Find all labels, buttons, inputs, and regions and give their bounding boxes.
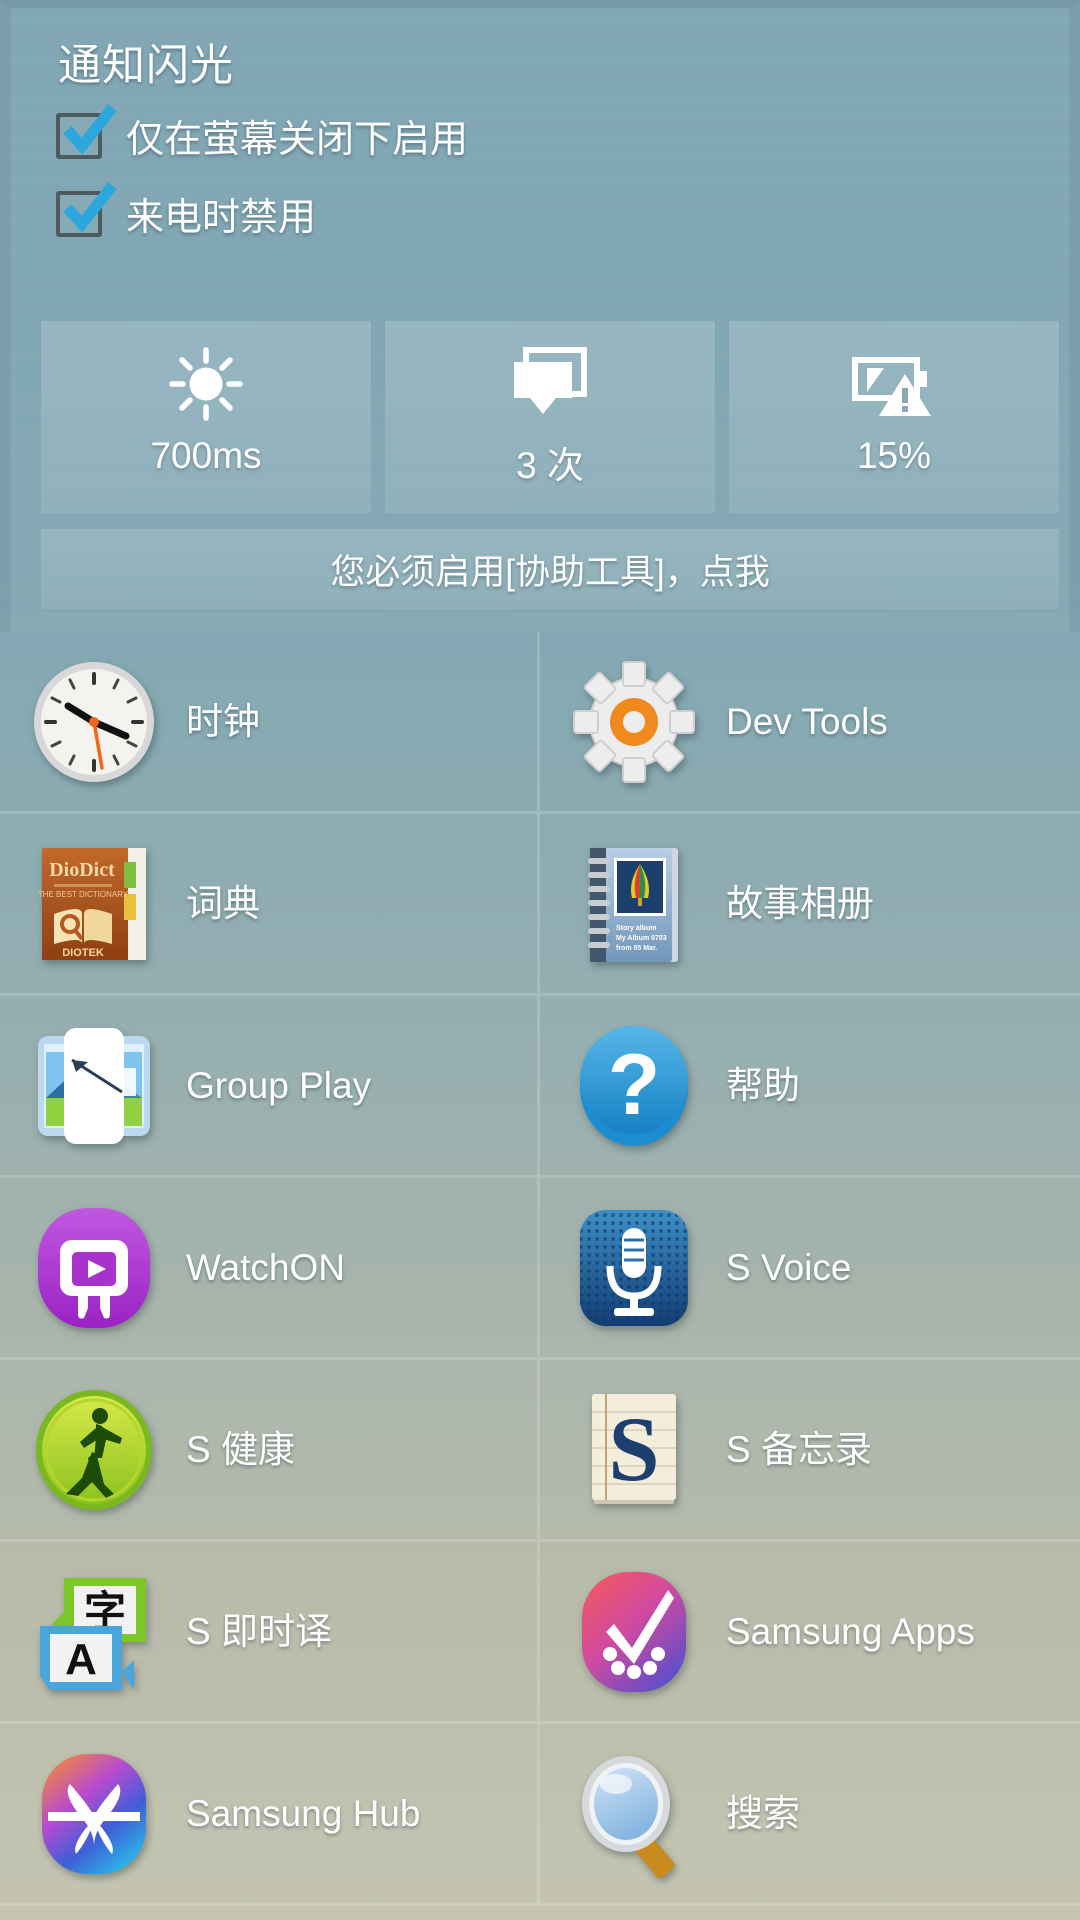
checkbox-screen-off[interactable] <box>56 103 117 159</box>
s-translator-icon: 字 A <box>22 1560 166 1704</box>
stat-value-flash-count: 3 次 <box>516 445 584 486</box>
app-row-s-translator[interactable]: 字 A S 即时译 <box>0 1542 540 1724</box>
page-title: 通知闪光 <box>58 42 234 90</box>
app-label: Samsung Apps <box>726 1610 975 1652</box>
svg-text:THE BEST DICTIONARY: THE BEST DICTIONARY <box>38 890 129 899</box>
app-row-help[interactable]: ? 帮助 <box>540 996 1080 1178</box>
stat-card-row: 700ms 3 次 15% <box>41 321 1059 513</box>
svg-text:My Album 0703: My Album 0703 <box>616 935 667 942</box>
app-label: Dev Tools <box>726 700 888 742</box>
app-label: 时钟 <box>186 700 260 742</box>
story-album-icon: Story album My Album 0703 from 05 Mar. <box>562 832 706 976</box>
brightness-sun-icon <box>168 343 244 425</box>
app-row-samsung-apps[interactable]: Samsung Apps <box>540 1542 1080 1724</box>
samsung-apps-icon <box>562 1560 706 1704</box>
watchon-icon <box>22 1196 166 1340</box>
gear-icon <box>562 650 706 794</box>
app-label: 帮助 <box>726 1064 800 1106</box>
battery-low-warning-icon <box>851 343 937 425</box>
search-magnifier-icon <box>562 1742 706 1886</box>
option-row-disable-on-call[interactable]: 来电时禁用 <box>56 181 317 241</box>
app-row-watchon[interactable]: WatchON <box>0 1178 540 1360</box>
app-label: S 备忘录 <box>726 1428 872 1470</box>
app-row-clock[interactable]: 时钟 <box>0 632 540 814</box>
option-label-screen-off: 仅在萤幕关闭下启用 <box>126 119 469 161</box>
app-row-s-health[interactable]: S 健康 <box>0 1360 540 1542</box>
group-play-icon <box>22 1014 166 1158</box>
diodict-dictionary-icon: DioDict THE BEST DICTIONARY DIOTEK <box>22 832 166 976</box>
stat-card-flash-duration[interactable]: 700ms <box>41 321 371 513</box>
app-row-dictionary[interactable]: DioDict THE BEST DICTIONARY DIOTEK 词典 <box>0 814 540 996</box>
app-label: S 健康 <box>186 1428 295 1470</box>
app-label: S 即时译 <box>186 1610 332 1652</box>
svg-text:A: A <box>65 1635 97 1684</box>
app-row-samsung-hub[interactable]: Samsung Hub <box>0 1724 540 1906</box>
checkbox-disable-on-call[interactable] <box>56 181 117 237</box>
checkbox-checked-icon <box>61 181 117 238</box>
app-row-s-voice[interactable]: S Voice <box>540 1178 1080 1360</box>
samsung-hub-icon <box>22 1742 166 1886</box>
microphone-icon <box>562 1196 706 1340</box>
clock-icon <box>22 650 166 794</box>
app-row-dev-tools[interactable]: Dev Tools <box>540 632 1080 814</box>
svg-text:?: ? <box>608 1037 661 1133</box>
app-label: WatchON <box>186 1246 345 1288</box>
app-label: S Voice <box>726 1246 852 1288</box>
stat-value-battery-threshold: 15% <box>856 435 932 476</box>
accessibility-hint-text: 您必须启用[协助工具]，点我 <box>330 552 770 592</box>
app-label: Samsung Hub <box>186 1792 421 1834</box>
help-question-icon: ? <box>562 1014 706 1158</box>
checkbox-checked-icon <box>61 103 117 160</box>
svg-text:S: S <box>608 1398 659 1500</box>
app-row-search[interactable]: 搜索 <box>540 1724 1080 1906</box>
option-label-disable-on-call: 来电时禁用 <box>126 197 317 239</box>
svg-text:DioDict: DioDict <box>49 859 115 881</box>
app-label: 词典 <box>186 882 260 924</box>
app-label: Group Play <box>186 1064 372 1106</box>
stat-card-flash-count[interactable]: 3 次 <box>385 321 715 513</box>
stat-value-flash-duration: 700ms <box>150 435 262 476</box>
app-row-s-memo[interactable]: S S 备忘录 <box>540 1360 1080 1542</box>
svg-text:from 05 Mar.: from 05 Mar. <box>616 945 657 952</box>
s-health-walker-icon <box>22 1378 166 1522</box>
accessibility-hint-button[interactable]: 您必须启用[协助工具]，点我 <box>41 529 1059 609</box>
app-row-group-play[interactable]: Group Play <box>0 996 540 1178</box>
option-row-screen-off[interactable]: 仅在萤幕关闭下启用 <box>56 103 469 163</box>
s-memo-icon: S <box>562 1378 706 1522</box>
app-row-story-album[interactable]: Story album My Album 0703 from 05 Mar. 故… <box>540 814 1080 996</box>
app-label: 搜索 <box>726 1792 800 1834</box>
svg-text:Story album: Story album <box>616 925 656 932</box>
svg-text:DIOTEK: DIOTEK <box>62 947 104 959</box>
app-label: 故事相册 <box>726 882 874 924</box>
app-list-grid: 时钟 Dev Tools DioDict THE BEST DICTIONARY… <box>0 632 1080 1906</box>
app-screen: 通知闪光 仅在萤幕关闭下启用 来电时禁用 700ms 3 次 15% 您必须启用… <box>0 0 1080 1920</box>
stat-card-battery-threshold[interactable]: 15% <box>729 321 1059 513</box>
notification-flash-settings-panel: 通知闪光 仅在萤幕关闭下启用 来电时禁用 700ms 3 次 15% 您必须启用… <box>0 0 1080 632</box>
notification-stack-icon <box>510 343 590 425</box>
